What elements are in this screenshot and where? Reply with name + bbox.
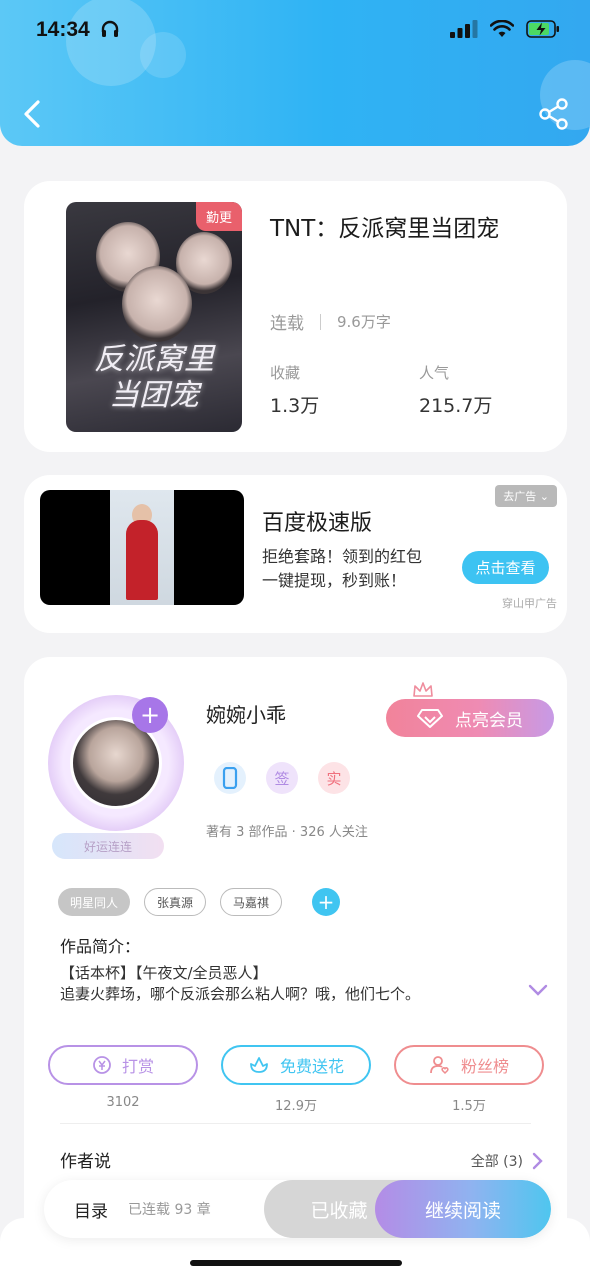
cellular-signal-icon bbox=[450, 20, 478, 38]
luck-tag: 好运连连 bbox=[52, 833, 164, 859]
diamond-icon bbox=[417, 709, 443, 728]
toc-button[interactable]: 目录 bbox=[74, 1197, 108, 1222]
ad-video-frame bbox=[110, 490, 174, 605]
ad-title: 百度极速版 bbox=[262, 511, 373, 536]
book-info-card: 勤更 反派窝里 当团宠 TNT：反派窝里当团宠 连载 9.6万字 收藏 1.3万… bbox=[24, 181, 567, 452]
author-subtitle: 著有 3 部作品 · 326 人关注 bbox=[206, 825, 368, 840]
user-heart-icon bbox=[430, 1056, 449, 1075]
author-name[interactable]: 婉婉小乖 bbox=[206, 699, 286, 728]
fans-action: 粉丝榜 1.5万 bbox=[394, 1045, 544, 1114]
remove-ad-button[interactable]: 去广告 ⌄ bbox=[495, 485, 557, 507]
follow-plus-button[interactable]: + bbox=[132, 697, 168, 733]
favorites-stat: 收藏 1.3万 bbox=[270, 362, 319, 418]
expand-chevron-icon[interactable] bbox=[528, 983, 548, 997]
ad-cta-button[interactable]: 点击查看 bbox=[462, 551, 549, 584]
decor-bubble bbox=[140, 32, 186, 78]
flower-icon bbox=[250, 1057, 268, 1073]
popularity-label: 人气 bbox=[419, 364, 450, 382]
book-cover[interactable]: 勤更 反派窝里 当团宠 bbox=[66, 202, 242, 432]
flower-action: 免费送花 12.9万 bbox=[221, 1045, 371, 1114]
word-count: 9.6万字 bbox=[337, 313, 391, 331]
intro-heading: 作品简介： bbox=[60, 937, 141, 956]
back-arrow-icon[interactable] bbox=[18, 96, 50, 132]
crown-icon bbox=[413, 682, 433, 697]
tag-chip[interactable]: 马嘉祺 bbox=[220, 888, 283, 916]
serial-status: 连载 bbox=[270, 314, 304, 334]
share-icon[interactable] bbox=[538, 98, 570, 130]
cover-art-title: 反派窝里 当团宠 bbox=[94, 342, 214, 413]
support-actions: 打赏 3102 免费送花 12.9万 粉丝榜 1.5万 bbox=[48, 1045, 544, 1114]
tag-chip[interactable]: 张真源 bbox=[144, 888, 207, 916]
home-indicator bbox=[190, 1260, 402, 1266]
flower-count: 12.9万 bbox=[275, 1099, 317, 1114]
cover-figure bbox=[122, 266, 192, 342]
phone-badge-icon[interactable] bbox=[214, 762, 246, 794]
fans-rank-button[interactable]: 粉丝榜 bbox=[394, 1045, 544, 1085]
ad-description: 拒绝套路！领到的红包 一键提现，秒到账！ bbox=[262, 547, 423, 590]
bottom-action-bar: 目录 已连载 93 章 已收藏 继续阅读 bbox=[44, 1180, 551, 1238]
favorites-label: 收藏 bbox=[270, 364, 301, 382]
chapter-count: 已连载 93 章 bbox=[128, 1202, 211, 1218]
ad-card[interactable]: 百度极速版 拒绝套路！领到的红包 一键提现，秒到账！ 去广告 ⌄ 点击查看 穿山… bbox=[24, 475, 567, 633]
status-time: 14:34 bbox=[36, 18, 120, 42]
book-meta: 连载 9.6万字 bbox=[270, 309, 391, 334]
add-tag-button[interactable]: + bbox=[312, 888, 341, 916]
send-flower-button[interactable]: 免费送花 bbox=[221, 1045, 371, 1085]
coin-icon bbox=[93, 1056, 111, 1074]
vip-button[interactable]: 点亮会员 bbox=[386, 699, 554, 737]
author-says-heading: 作者说 bbox=[60, 1152, 111, 1172]
book-title: TNT：反派窝里当团宠 bbox=[270, 216, 500, 242]
continue-reading-button[interactable]: 继续阅读 bbox=[375, 1180, 551, 1238]
reward-action: 打赏 3102 bbox=[48, 1045, 198, 1114]
ad-presenter bbox=[126, 520, 158, 600]
reward-count: 3102 bbox=[106, 1095, 140, 1110]
wifi-icon bbox=[490, 20, 514, 37]
popularity-stat: 人气 215.7万 bbox=[419, 362, 492, 418]
popularity-value: 215.7万 bbox=[419, 395, 493, 417]
status-icons bbox=[450, 20, 560, 38]
intro-text: 【话本杯】【午夜文/全员恶人】 追妻火葬场，哪个反派会那么粘人啊？哦，他们七个。 bbox=[60, 964, 421, 1003]
chevron-right-icon bbox=[532, 1152, 543, 1170]
verified-badge-icon[interactable]: 实 bbox=[318, 762, 350, 794]
favorites-value: 1.3万 bbox=[270, 395, 320, 417]
headphones-icon bbox=[101, 20, 118, 37]
tag-list: 明星同人 张真源 马嘉祺 + bbox=[58, 888, 341, 916]
tag-chip[interactable]: 明星同人 bbox=[58, 888, 131, 916]
author-says-all-link[interactable]: 全部 (3) bbox=[471, 1151, 543, 1171]
signed-badge-icon[interactable]: 签 bbox=[266, 762, 298, 794]
author-badges: 签 实 bbox=[214, 762, 350, 794]
cover-update-badge: 勤更 bbox=[195, 202, 242, 231]
fans-count: 1.5万 bbox=[452, 1099, 486, 1114]
chevron-down-icon: ⌄ bbox=[539, 490, 549, 503]
reward-button[interactable]: 打赏 bbox=[48, 1045, 198, 1085]
battery-charging-icon bbox=[526, 20, 559, 38]
ad-source: 穿山甲广告 bbox=[502, 597, 557, 610]
app-header: 14:34 bbox=[0, 0, 590, 146]
divider bbox=[60, 1123, 531, 1124]
meta-divider bbox=[320, 313, 321, 330]
ad-video[interactable] bbox=[40, 490, 244, 605]
